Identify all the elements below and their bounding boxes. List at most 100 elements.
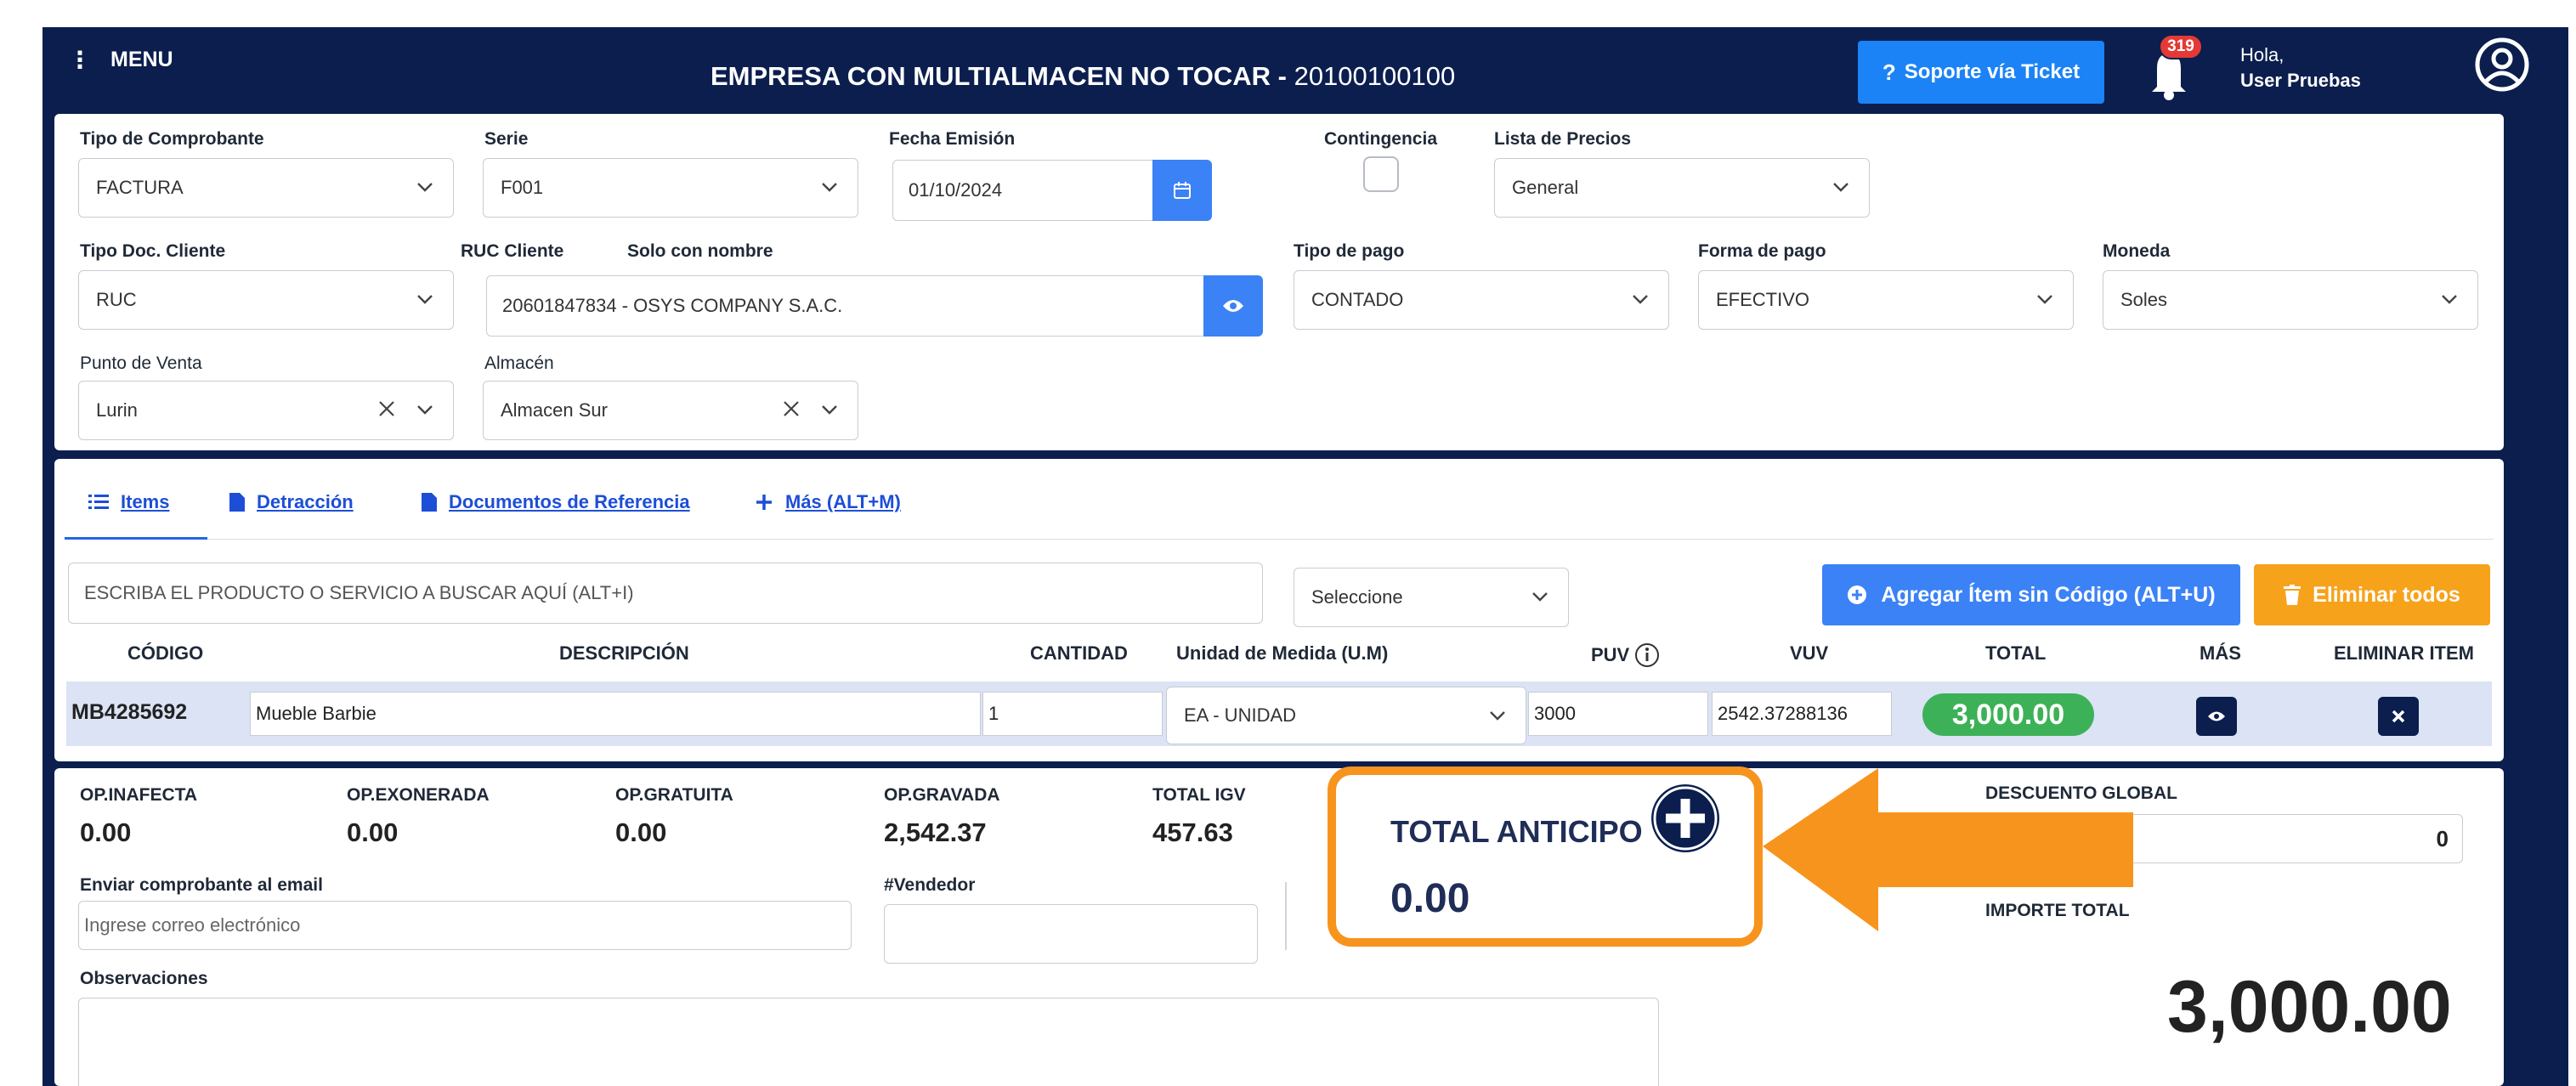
col-puv-label: PUV	[1591, 644, 1630, 665]
add-anticipo-icon[interactable]	[1649, 782, 1722, 855]
document-icon	[229, 493, 245, 512]
op-gratuita-label: OP.GRATUITA	[615, 785, 733, 805]
tabs-divider	[65, 539, 2494, 540]
fecha-emision-label: Fecha Emisión	[889, 129, 1016, 149]
row-unidad-select[interactable]: EA - UNIDAD	[1166, 687, 1526, 744]
row-vuv-input[interactable]: 2542.37288136	[1712, 692, 1892, 736]
descuento-global-input[interactable]: 0	[2106, 814, 2463, 863]
col-mas: MÁS	[2200, 642, 2241, 664]
tab-documentos-referencia[interactable]: Documentos de Referencia	[422, 491, 690, 513]
chevron-down-icon	[417, 183, 433, 192]
row-puv-input[interactable]: 3000	[1528, 692, 1708, 736]
tipo-comprobante-label: Tipo de Comprobante	[80, 129, 264, 149]
product-filter-select[interactable]: Seleccione	[1294, 568, 1569, 627]
op-inafecta-label: OP.INAFECTA	[80, 785, 198, 805]
annotation-arrow-icon	[1763, 768, 2133, 931]
company-name: EMPRESA CON MULTIALMACEN NO TOCAR -	[711, 61, 1294, 91]
add-item-without-code-button[interactable]: Agregar Ítem sin Código (ALT+U)	[1822, 564, 2240, 625]
info-icon[interactable]	[1634, 642, 1660, 668]
plus-circle-icon	[1848, 585, 1867, 604]
notification-badge: 319	[2159, 34, 2203, 59]
product-filter-value: Seleccione	[1311, 586, 1403, 608]
delete-all-button[interactable]: Eliminar todos	[2254, 564, 2490, 625]
email-input[interactable]: Ingrese correo electrónico	[78, 901, 852, 950]
observaciones-textarea[interactable]	[78, 998, 1659, 1086]
ruc-cliente-label: RUC Cliente	[461, 241, 564, 261]
greeting-text: Hola,	[2240, 44, 2284, 65]
chevron-down-icon	[2442, 295, 2457, 304]
lista-precios-select[interactable]: General	[1494, 158, 1870, 218]
ruc-cliente-input[interactable]: 20601847834 - OSYS COMPANY S.A.C.	[486, 275, 1205, 337]
user-greeting: Hola, User Pruebas	[2240, 42, 2361, 93]
tab-documentos-label: Documentos de Referencia	[449, 491, 690, 512]
row-unidad-value: EA - UNIDAD	[1184, 704, 1297, 726]
total-anticipo-value: 0.00	[1390, 876, 1470, 921]
menu-button[interactable]: ⋮ MENU	[68, 46, 173, 74]
question-icon: ?	[1882, 59, 1896, 85]
importe-total-value: 3,000.00	[2167, 966, 2452, 1048]
tipo-pago-value: CONTADO	[1311, 289, 1404, 310]
tab-detraccion[interactable]: Detracción	[229, 491, 354, 513]
op-gravada-label: OP.GRAVADA	[884, 785, 1000, 805]
calendar-icon	[1174, 182, 1191, 199]
user-name: User Pruebas	[2240, 70, 2361, 91]
document-icon	[422, 493, 437, 512]
tipo-pago-select[interactable]: CONTADO	[1294, 270, 1669, 330]
tipo-pago-label: Tipo de pago	[1294, 241, 1405, 261]
col-puv: PUV	[1591, 642, 1660, 668]
almacen-value: Almacen Sur	[501, 399, 608, 421]
support-ticket-button[interactable]: ? Soporte vía Ticket	[1858, 41, 2104, 104]
tab-mas[interactable]: Más (ALT+M)	[755, 491, 901, 513]
observaciones-label: Observaciones	[80, 969, 208, 988]
fecha-emision-input[interactable]: 01/10/2024	[892, 160, 1158, 221]
forma-pago-label: Forma de pago	[1698, 241, 1826, 261]
punto-venta-label: Punto de Venta	[80, 354, 202, 373]
chevron-down-icon	[1633, 295, 1648, 304]
clear-icon[interactable]	[781, 399, 801, 419]
op-exonerada-label: OP.EXONERADA	[347, 785, 490, 805]
view-client-button[interactable]	[1203, 275, 1263, 337]
eye-icon	[2208, 711, 2225, 721]
list-icon	[88, 495, 109, 509]
moneda-value: Soles	[2120, 289, 2168, 310]
row-descripcion-input[interactable]: Mueble Barbie	[250, 692, 981, 736]
contingencia-checkbox[interactable]	[1363, 156, 1399, 192]
serie-value: F001	[501, 177, 544, 198]
almacen-label: Almacén	[484, 354, 554, 373]
calendar-button[interactable]	[1152, 160, 1212, 221]
user-avatar-icon[interactable]	[2475, 37, 2529, 92]
punto-venta-select[interactable]: Lurin	[78, 381, 454, 440]
product-search-input[interactable]: ESCRIBA EL PRODUCTO O SERVICIO A BUSCAR …	[68, 563, 1263, 624]
chevron-down-icon	[1833, 183, 1848, 192]
col-unidad-medida: Unidad de Medida (U.M)	[1176, 642, 1389, 664]
row-cantidad-input[interactable]: 1	[982, 692, 1163, 736]
row-total-badge: 3,000.00	[1922, 693, 2094, 736]
forma-pago-value: EFECTIVO	[1716, 289, 1810, 310]
tab-items[interactable]: Items	[88, 491, 169, 513]
vendedor-label: #Vendedor	[884, 875, 976, 895]
lista-precios-value: General	[1512, 177, 1579, 198]
serie-select[interactable]: F001	[483, 158, 858, 218]
total-igv-label: TOTAL IGV	[1152, 785, 1246, 805]
moneda-select[interactable]: Soles	[2103, 270, 2478, 330]
tipo-comprobante-value: FACTURA	[96, 177, 184, 198]
add-item-label: Agregar Ítem sin Código (ALT+U)	[1881, 582, 2216, 607]
tipo-doc-cliente-select[interactable]: RUC	[78, 270, 454, 330]
clear-icon[interactable]	[376, 399, 397, 419]
chevron-down-icon	[417, 295, 433, 304]
contingencia-label: Contingencia	[1324, 129, 1438, 149]
chevron-down-icon	[1490, 711, 1505, 721]
support-label: Soporte vía Ticket	[1904, 60, 2081, 83]
almacen-select[interactable]: Almacen Sur	[483, 381, 858, 440]
active-tab-indicator	[65, 537, 207, 540]
row-more-button[interactable]	[2196, 697, 2237, 736]
vendedor-input[interactable]	[884, 904, 1258, 964]
forma-pago-select[interactable]: EFECTIVO	[1698, 270, 2074, 330]
solo-con-nombre-label[interactable]: Solo con nombre	[627, 241, 773, 262]
tipo-comprobante-select[interactable]: FACTURA	[78, 158, 454, 218]
eye-icon	[1223, 300, 1243, 312]
row-delete-button[interactable]	[2378, 697, 2419, 736]
total-igv-value: 457.63	[1152, 817, 1233, 847]
serie-label: Serie	[484, 129, 529, 149]
row-codigo: MB4285692	[71, 700, 188, 724]
